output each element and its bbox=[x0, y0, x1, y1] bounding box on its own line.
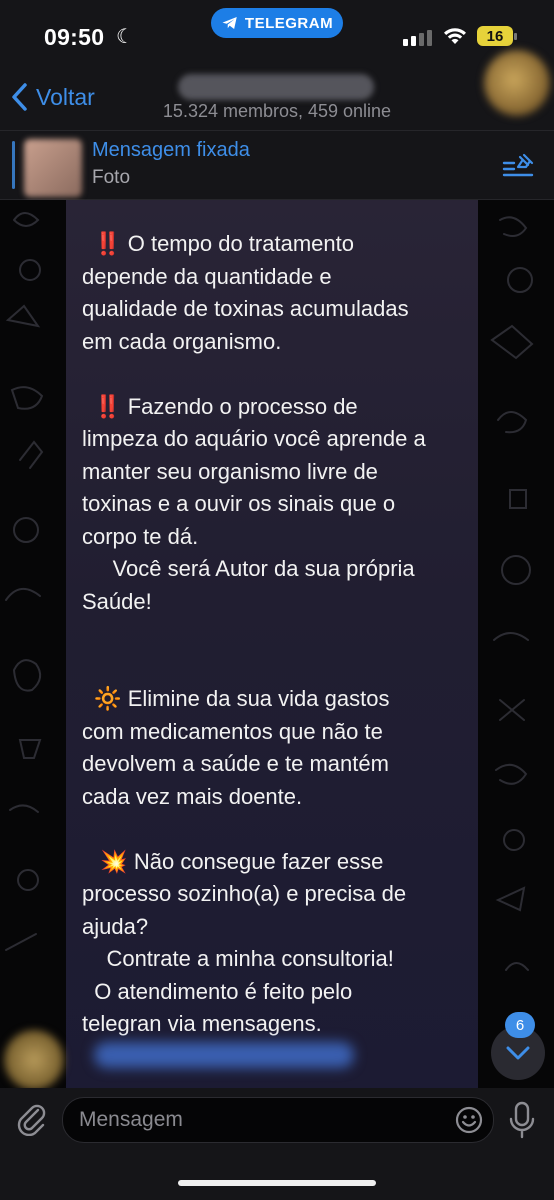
home-indicator[interactable] bbox=[178, 1180, 376, 1186]
chat-header: Voltar 15.324 membros, 459 online bbox=[0, 72, 554, 131]
wifi-icon bbox=[444, 28, 466, 44]
telegram-app-pill[interactable]: TELEGRAM bbox=[211, 8, 343, 38]
microphone-icon[interactable] bbox=[508, 1101, 536, 1139]
sender-avatar[interactable] bbox=[4, 1030, 64, 1088]
app-pill-label: TELEGRAM bbox=[244, 14, 334, 32]
members-count: 15.324 membros, 459 online bbox=[162, 101, 392, 121]
message-bubble[interactable]: ‼️ O tempo do tratamento depende da quan… bbox=[66, 200, 478, 1088]
status-bar: 09:50 ☾ TELEGRAM 16 bbox=[0, 0, 554, 72]
paperclip-icon[interactable] bbox=[16, 1100, 46, 1136]
message-field[interactable] bbox=[62, 1097, 494, 1143]
status-time: 09:50 bbox=[44, 24, 105, 50]
message-link-redacted[interactable] bbox=[94, 1042, 354, 1068]
pinned-title: Mensagem fixada bbox=[92, 139, 250, 161]
unread-count-badge: 6 bbox=[505, 1012, 535, 1038]
battery-level: 16 bbox=[486, 27, 504, 45]
pin-list-icon[interactable] bbox=[502, 153, 534, 179]
chevron-down-icon bbox=[506, 1046, 530, 1060]
battery-icon: 16 bbox=[477, 26, 517, 46]
pinned-subtitle: Foto bbox=[92, 167, 131, 188]
message-text: ‼️ O tempo do tratamento depende da quan… bbox=[82, 231, 426, 1036]
chat-area[interactable]: ‼️ O tempo do tratamento depende da quan… bbox=[0, 200, 554, 1088]
pinned-message-bar[interactable]: Mensagem fixada Foto bbox=[0, 131, 554, 200]
pinned-indicator bbox=[12, 141, 15, 189]
message-input[interactable] bbox=[63, 1107, 441, 1133]
telegram-icon bbox=[222, 17, 237, 29]
emoji-icon[interactable] bbox=[455, 1106, 483, 1134]
group-avatar[interactable] bbox=[484, 50, 550, 116]
moon-icon: ☾ bbox=[116, 26, 134, 48]
chat-title-redacted[interactable] bbox=[178, 74, 374, 100]
pinned-thumbnail bbox=[24, 139, 82, 197]
signal-icon bbox=[403, 30, 432, 46]
